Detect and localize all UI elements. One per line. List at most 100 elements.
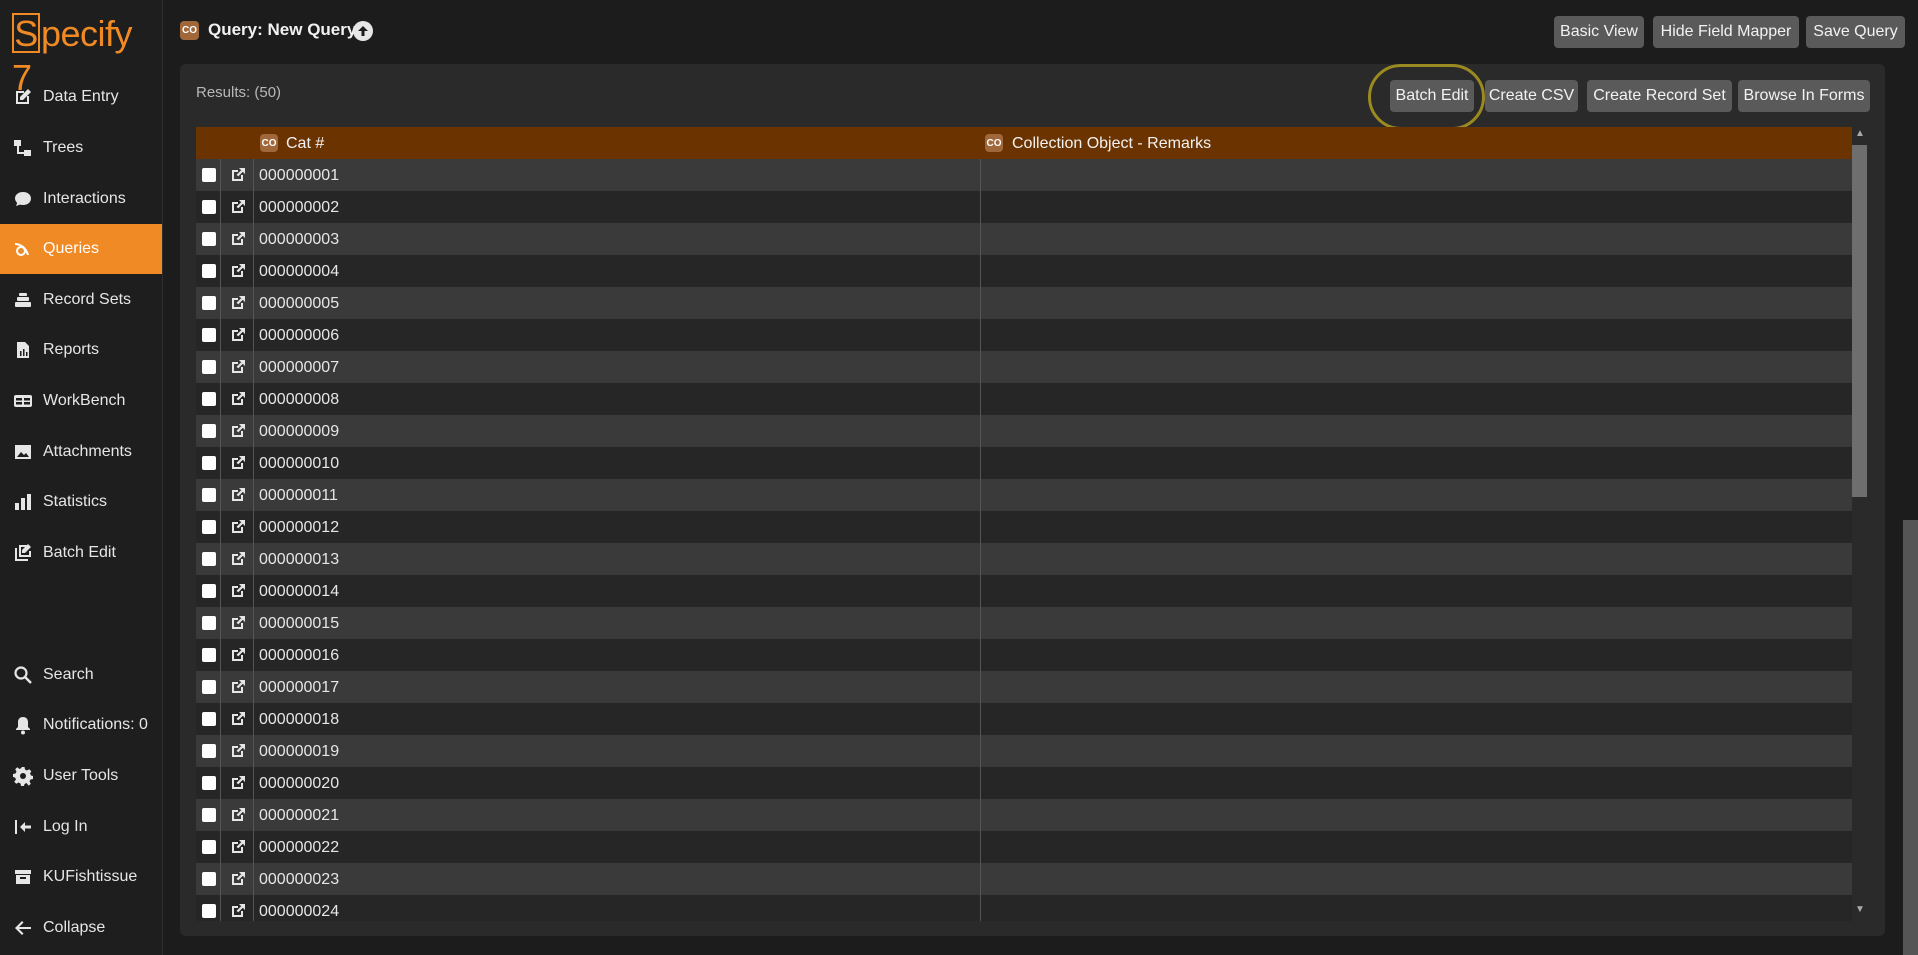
row-checkbox[interactable] (202, 456, 216, 470)
sidebar-item-workbench[interactable]: WorkBench (0, 376, 162, 426)
page-scrollbar-thumb[interactable] (1903, 520, 1918, 955)
table-row[interactable]: 000000003 (196, 223, 1852, 255)
row-checkbox[interactable] (202, 328, 216, 342)
sidebar-item-notifications[interactable]: Notifications: 0 (0, 700, 162, 750)
save-query-button[interactable]: Save Query (1806, 16, 1905, 48)
external-link-icon[interactable] (229, 358, 247, 376)
scroll-up-icon[interactable]: ▲ (1855, 128, 1865, 139)
row-checkbox[interactable] (202, 200, 216, 214)
external-link-icon[interactable] (229, 870, 247, 888)
sidebar-item-queries[interactable]: Queries (0, 224, 162, 274)
external-link-icon[interactable] (229, 326, 247, 344)
external-link-icon[interactable] (229, 422, 247, 440)
table-row[interactable]: 000000020 (196, 767, 1852, 799)
sidebar-item-log-in[interactable]: Log In (0, 802, 162, 852)
row-checkbox[interactable] (202, 360, 216, 374)
row-checkbox[interactable] (202, 424, 216, 438)
external-link-icon[interactable] (229, 486, 247, 504)
table-row[interactable]: 000000010 (196, 447, 1852, 479)
row-checkbox[interactable] (202, 872, 216, 886)
table-row[interactable]: 000000009 (196, 415, 1852, 447)
sidebar-item-reports[interactable]: Reports (0, 325, 162, 375)
sidebar-item-search[interactable]: Search (0, 650, 162, 700)
table-row[interactable]: 000000001 (196, 159, 1852, 191)
table-row[interactable]: 000000012 (196, 511, 1852, 543)
table-row[interactable]: 000000016 (196, 639, 1852, 671)
external-link-icon[interactable] (229, 390, 247, 408)
table-row[interactable]: 000000018 (196, 703, 1852, 735)
create-record-set-button[interactable]: Create Record Set (1587, 80, 1732, 112)
table-row[interactable]: 000000014 (196, 575, 1852, 607)
row-checkbox[interactable] (202, 808, 216, 822)
external-link-icon[interactable] (229, 710, 247, 728)
external-link-icon[interactable] (229, 166, 247, 184)
external-link-icon[interactable] (229, 614, 247, 632)
create-csv-button[interactable]: Create CSV (1485, 80, 1578, 112)
external-link-icon[interactable] (229, 678, 247, 696)
row-checkbox[interactable] (202, 584, 216, 598)
table-row[interactable]: 000000023 (196, 863, 1852, 895)
table-row[interactable]: 000000013 (196, 543, 1852, 575)
sidebar-item-user-tools[interactable]: User Tools (0, 751, 162, 801)
external-link-icon[interactable] (229, 294, 247, 312)
table-row[interactable]: 000000006 (196, 319, 1852, 351)
external-link-icon[interactable] (229, 742, 247, 760)
column-header-cat-number[interactable]: Cat # (286, 135, 324, 153)
row-checkbox[interactable] (202, 904, 216, 918)
table-row[interactable]: 000000015 (196, 607, 1852, 639)
arrow-up-icon[interactable] (353, 21, 373, 41)
row-checkbox[interactable] (202, 520, 216, 534)
external-link-icon[interactable] (229, 230, 247, 248)
table-row[interactable]: 000000024 (196, 895, 1852, 921)
specify-logo[interactable]: Specify 7 (12, 12, 152, 98)
row-checkbox[interactable] (202, 776, 216, 790)
row-checkbox[interactable] (202, 232, 216, 246)
row-checkbox[interactable] (202, 264, 216, 278)
sidebar-item-trees[interactable]: Trees (0, 123, 162, 173)
table-row[interactable]: 000000008 (196, 383, 1852, 415)
row-checkbox[interactable] (202, 616, 216, 630)
external-link-icon[interactable] (229, 774, 247, 792)
table-row[interactable]: 000000017 (196, 671, 1852, 703)
sidebar-item-data-entry[interactable]: Data Entry (0, 72, 162, 122)
external-link-icon[interactable] (229, 582, 247, 600)
batch-edit-button[interactable]: Batch Edit (1390, 80, 1474, 112)
column-header-remarks[interactable]: Collection Object - Remarks (1012, 135, 1211, 153)
external-link-icon[interactable] (229, 550, 247, 568)
table-row[interactable]: 000000011 (196, 479, 1852, 511)
external-link-icon[interactable] (229, 646, 247, 664)
row-checkbox[interactable] (202, 680, 216, 694)
browse-in-forms-button[interactable]: Browse In Forms (1738, 80, 1870, 112)
external-link-icon[interactable] (229, 902, 247, 920)
table-scrollbar-thumb[interactable] (1852, 145, 1867, 497)
sidebar-item-record-sets[interactable]: Record Sets (0, 275, 162, 325)
row-checkbox[interactable] (202, 296, 216, 310)
external-link-icon[interactable] (229, 806, 247, 824)
sidebar-item-attachments[interactable]: Attachments (0, 427, 162, 477)
table-row[interactable]: 000000004 (196, 255, 1852, 287)
table-row[interactable]: 000000019 (196, 735, 1852, 767)
row-checkbox[interactable] (202, 392, 216, 406)
sidebar-item-interactions[interactable]: Interactions (0, 174, 162, 224)
row-checkbox[interactable] (202, 744, 216, 758)
hide-field-mapper-button[interactable]: Hide Field Mapper (1653, 16, 1799, 48)
scroll-down-icon[interactable]: ▼ (1855, 904, 1865, 915)
basic-view-button[interactable]: Basic View (1554, 16, 1644, 48)
row-checkbox[interactable] (202, 552, 216, 566)
row-checkbox[interactable] (202, 840, 216, 854)
table-row[interactable]: 000000007 (196, 351, 1852, 383)
sidebar-item-statistics[interactable]: Statistics (0, 477, 162, 527)
table-row[interactable]: 000000022 (196, 831, 1852, 863)
row-checkbox[interactable] (202, 168, 216, 182)
table-row[interactable]: 000000002 (196, 191, 1852, 223)
external-link-icon[interactable] (229, 518, 247, 536)
external-link-icon[interactable] (229, 838, 247, 856)
external-link-icon[interactable] (229, 198, 247, 216)
external-link-icon[interactable] (229, 454, 247, 472)
sidebar-item-batch-edit[interactable]: Batch Edit (0, 528, 162, 578)
row-checkbox[interactable] (202, 712, 216, 726)
table-row[interactable]: 000000021 (196, 799, 1852, 831)
table-row[interactable]: 000000005 (196, 287, 1852, 319)
sidebar-item-collapse[interactable]: Collapse (0, 903, 162, 953)
row-checkbox[interactable] (202, 648, 216, 662)
